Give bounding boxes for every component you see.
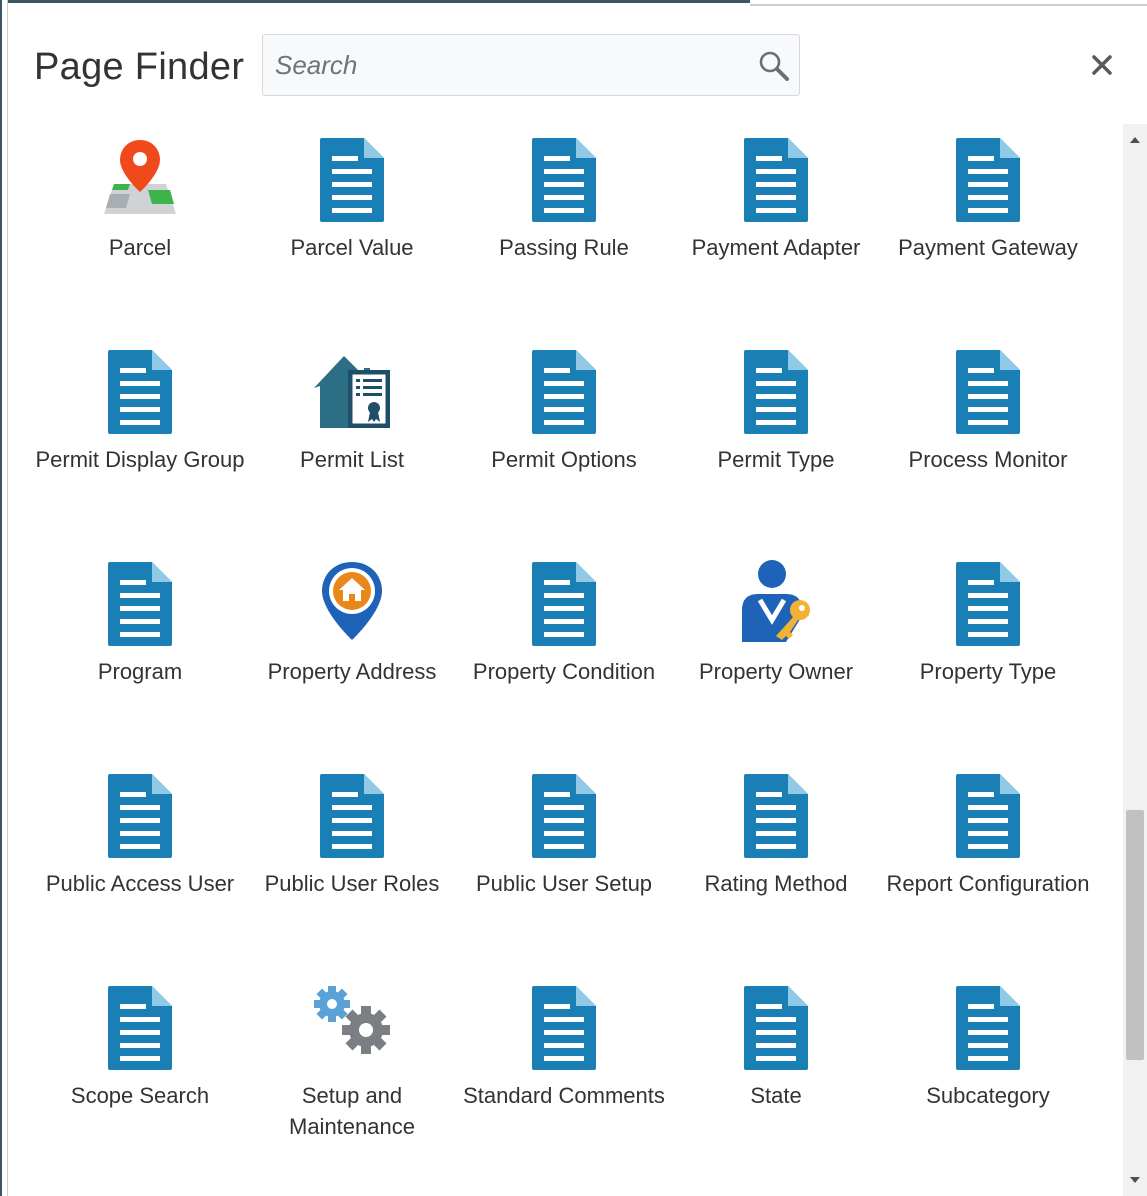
document-icon xyxy=(312,770,392,862)
page-tile-label: Setup and Maintenance xyxy=(289,1083,415,1139)
page-tile-subcategory[interactable]: Subcategory xyxy=(882,982,1094,1182)
page-tile-public-user-setup[interactable]: Public User Setup xyxy=(458,770,670,970)
search-input[interactable] xyxy=(263,35,743,95)
page-tile-rating-method[interactable]: Rating Method xyxy=(670,770,882,970)
page-grid-container: Parcel Parcel Value Passing Rule Payment… xyxy=(9,122,1123,1196)
page-tile-label: Property Address xyxy=(267,659,437,684)
page-tile-state[interactable]: State xyxy=(670,982,882,1182)
document-icon xyxy=(524,134,604,226)
page-tile-label: Passing Rule xyxy=(499,235,629,260)
page-tile-label: Program xyxy=(97,659,183,684)
page-tile-public-access-user[interactable]: Public Access User xyxy=(34,770,246,970)
page-tile-label: Standard Comments xyxy=(463,1083,665,1108)
page-title: Page Finder xyxy=(34,46,245,88)
page-tile-standard-comments[interactable]: Standard Comments xyxy=(458,982,670,1182)
page-tile-property-condition[interactable]: Property Condition xyxy=(458,558,670,758)
search-box xyxy=(262,34,800,96)
page-tile-process-monitor[interactable]: Process Monitor xyxy=(882,346,1094,546)
page-tile-permit-list[interactable]: Permit List xyxy=(246,346,458,546)
page-tile-property-type[interactable]: Property Type xyxy=(882,558,1094,758)
page-tile-label: Scope Search xyxy=(70,1083,210,1108)
document-icon xyxy=(524,346,604,438)
page-tile-setup-and-maintenance[interactable]: Setup and Maintenance xyxy=(246,982,458,1182)
document-icon xyxy=(948,558,1028,650)
page-tile-label: Permit List xyxy=(300,447,404,472)
vertical-scrollbar[interactable] xyxy=(1123,124,1147,1196)
document-icon xyxy=(100,558,180,650)
close-icon[interactable] xyxy=(1085,48,1119,82)
document-icon xyxy=(524,558,604,650)
document-icon xyxy=(100,770,180,862)
page-tile-label: Subcategory xyxy=(926,1083,1050,1108)
page-tile-permit-type[interactable]: Permit Type xyxy=(670,346,882,546)
document-icon xyxy=(524,770,604,862)
page-tile-label: Permit Options xyxy=(491,447,637,472)
document-icon xyxy=(100,982,180,1074)
gears-icon xyxy=(312,982,392,1074)
document-icon xyxy=(948,134,1028,226)
window-left-border xyxy=(0,0,8,1196)
search-icon[interactable] xyxy=(757,49,791,83)
document-icon xyxy=(948,770,1028,862)
document-icon xyxy=(100,346,180,438)
page-tile-label: State xyxy=(750,1083,802,1108)
page-tile-parcel-value[interactable]: Parcel Value xyxy=(246,134,458,334)
page-tile-payment-gateway[interactable]: Payment Gateway xyxy=(882,134,1094,334)
top-border-light xyxy=(750,4,1147,6)
document-icon xyxy=(524,982,604,1074)
page-tile-permit-display-group[interactable]: Permit Display Group xyxy=(34,346,246,546)
page-tile-label: Public User Setup xyxy=(475,871,653,896)
page-tile-label: Permit Display Group xyxy=(35,447,245,472)
page-tile-label: Property Owner xyxy=(698,659,854,684)
page-tile-parcel[interactable]: Parcel xyxy=(34,134,246,334)
page-tile-public-user-roles[interactable]: Public User Roles xyxy=(246,770,458,970)
page-tile-scope-search[interactable]: Scope Search xyxy=(34,982,246,1182)
document-icon xyxy=(736,982,816,1074)
page-tile-label: Public Access User xyxy=(45,871,235,896)
map-pin-icon xyxy=(100,134,180,226)
page-tile-property-owner[interactable]: Property Owner xyxy=(670,558,882,758)
scroll-up-arrow-icon[interactable] xyxy=(1123,124,1147,158)
document-icon xyxy=(736,134,816,226)
scroll-down-arrow-icon[interactable] xyxy=(1123,1162,1147,1196)
document-icon xyxy=(948,346,1028,438)
owner-key-icon xyxy=(736,558,816,650)
page-tile-label: Property Type xyxy=(919,659,1057,684)
page-tile-label: Report Configuration xyxy=(886,871,1090,896)
page-tile-passing-rule[interactable]: Passing Rule xyxy=(458,134,670,334)
page-tile-label: Parcel Value xyxy=(290,235,414,260)
page-tile-property-address[interactable]: Property Address xyxy=(246,558,458,758)
page-tile-program[interactable]: Program xyxy=(34,558,246,758)
house-certificate-icon xyxy=(312,346,392,438)
page-tile-label: Public User Roles xyxy=(264,871,440,896)
document-icon xyxy=(736,346,816,438)
page-tile-label: Property Condition xyxy=(472,659,656,684)
page-tile-label: Parcel xyxy=(108,235,172,260)
scrollbar-thumb[interactable] xyxy=(1126,810,1144,1060)
page-tile-label: Payment Adapter xyxy=(691,235,861,260)
house-location-icon xyxy=(312,558,392,650)
page-tile-payment-adapter[interactable]: Payment Adapter xyxy=(670,134,882,334)
page-tile-label: Rating Method xyxy=(704,871,848,896)
page-tile-label: Payment Gateway xyxy=(898,235,1078,260)
page-tile-report-configuration[interactable]: Report Configuration xyxy=(882,770,1094,970)
page-tile-permit-options[interactable]: Permit Options xyxy=(458,346,670,546)
document-icon xyxy=(736,770,816,862)
document-icon xyxy=(948,982,1028,1074)
page-tile-label: Permit Type xyxy=(717,447,835,472)
top-border-dark xyxy=(0,0,750,3)
document-icon xyxy=(312,134,392,226)
page-finder-header: Page Finder xyxy=(9,8,1147,120)
window-top-border xyxy=(0,0,1147,8)
page-tile-label: Process Monitor xyxy=(908,447,1068,472)
